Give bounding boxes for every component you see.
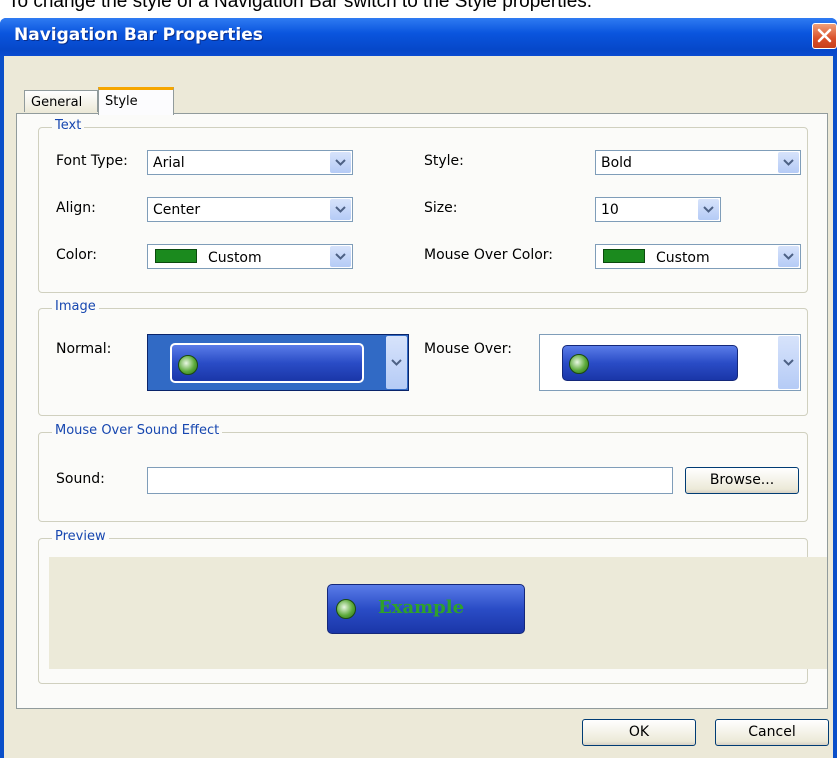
- close-icon: [817, 28, 832, 43]
- mouse-over-image-dropdown-button[interactable]: [778, 336, 799, 389]
- tab-general[interactable]: General: [24, 90, 98, 112]
- mouse-over-image-select[interactable]: [539, 334, 801, 391]
- font-type-dropdown-button[interactable]: [330, 152, 351, 173]
- align-select[interactable]: Center: [147, 197, 353, 222]
- image-group-title: Image: [52, 299, 99, 314]
- sound-group: Mouse Over Sound Effect Sound: Browse...: [38, 423, 808, 522]
- preview-group: Preview Example: [38, 529, 827, 684]
- style-label: Style:: [424, 153, 464, 169]
- align-dropdown-button[interactable]: [330, 199, 351, 220]
- ok-button[interactable]: OK: [582, 719, 696, 746]
- size-dropdown-button[interactable]: [698, 199, 719, 220]
- text-group-title: Text: [52, 118, 85, 133]
- size-label: Size:: [424, 200, 458, 216]
- style-dropdown-button[interactable]: [778, 152, 799, 173]
- align-label: Align:: [56, 200, 96, 216]
- normal-image-select[interactable]: [147, 334, 409, 391]
- preview-area: Example: [49, 557, 827, 669]
- mouse-over-color-select[interactable]: Custom: [595, 244, 801, 269]
- dialog-client: General Style Text Font Type: Arial Styl…: [4, 56, 833, 758]
- mouse-over-color-swatch: [603, 249, 645, 263]
- style-value: Bold: [601, 155, 632, 171]
- cancel-button[interactable]: Cancel: [715, 719, 829, 746]
- tab-style[interactable]: Style: [98, 87, 174, 115]
- sound-label: Sound:: [56, 471, 105, 487]
- font-type-label: Font Type:: [56, 153, 128, 169]
- size-value: 10: [601, 202, 619, 218]
- chevron-down-icon: [335, 159, 346, 166]
- close-button[interactable]: [812, 23, 837, 49]
- chevron-down-icon: [783, 359, 794, 366]
- properties-dialog: Navigation Bar Properties General Style …: [0, 18, 837, 758]
- color-label: Color:: [56, 247, 98, 263]
- normal-label: Normal:: [56, 341, 112, 357]
- normal-image-preview: [170, 343, 364, 383]
- example-nav-button: Example: [327, 584, 525, 634]
- tab-general-label: General: [31, 95, 83, 110]
- chevron-down-icon: [335, 253, 346, 260]
- chevron-down-icon: [391, 359, 402, 366]
- tab-style-label: Style: [105, 94, 138, 109]
- mouse-over-image-preview: [562, 345, 738, 381]
- globe-icon: [336, 599, 356, 619]
- color-value: Custom: [153, 249, 262, 266]
- image-group: Image Normal: Mouse Over:: [38, 299, 808, 416]
- caption-text: To change the style of a Navigation Bar …: [8, 0, 593, 12]
- normal-image-dropdown-button[interactable]: [386, 336, 407, 389]
- text-group: Text Font Type: Arial Style: Bold Align:…: [38, 118, 808, 293]
- color-swatch: [155, 249, 197, 263]
- window-title: Navigation Bar Properties: [14, 25, 263, 45]
- font-type-select[interactable]: Arial: [147, 150, 353, 175]
- sound-group-title: Mouse Over Sound Effect: [52, 423, 223, 438]
- font-type-value: Arial: [153, 155, 185, 171]
- align-value: Center: [153, 202, 201, 218]
- example-text: Example: [378, 597, 465, 618]
- preview-group-title: Preview: [52, 529, 109, 544]
- size-select[interactable]: 10: [595, 197, 721, 222]
- style-panel: Text Font Type: Arial Style: Bold Align:…: [16, 113, 828, 709]
- sound-input[interactable]: [147, 467, 673, 494]
- mouse-over-color-dropdown-button[interactable]: [778, 246, 799, 267]
- chevron-down-icon: [703, 206, 714, 213]
- color-select[interactable]: Custom: [147, 244, 353, 269]
- mouse-over-image-label: Mouse Over:: [424, 341, 513, 357]
- globe-icon: [569, 354, 589, 374]
- mouse-over-color-label: Mouse Over Color:: [424, 247, 554, 263]
- chevron-down-icon: [783, 159, 794, 166]
- style-select[interactable]: Bold: [595, 150, 801, 175]
- browse-button[interactable]: Browse...: [685, 467, 799, 494]
- title-bar[interactable]: Navigation Bar Properties: [0, 18, 837, 56]
- color-dropdown-button[interactable]: [330, 246, 351, 267]
- chevron-down-icon: [335, 206, 346, 213]
- globe-icon: [178, 355, 198, 375]
- chevron-down-icon: [783, 253, 794, 260]
- mouse-over-color-value: Custom: [601, 249, 710, 266]
